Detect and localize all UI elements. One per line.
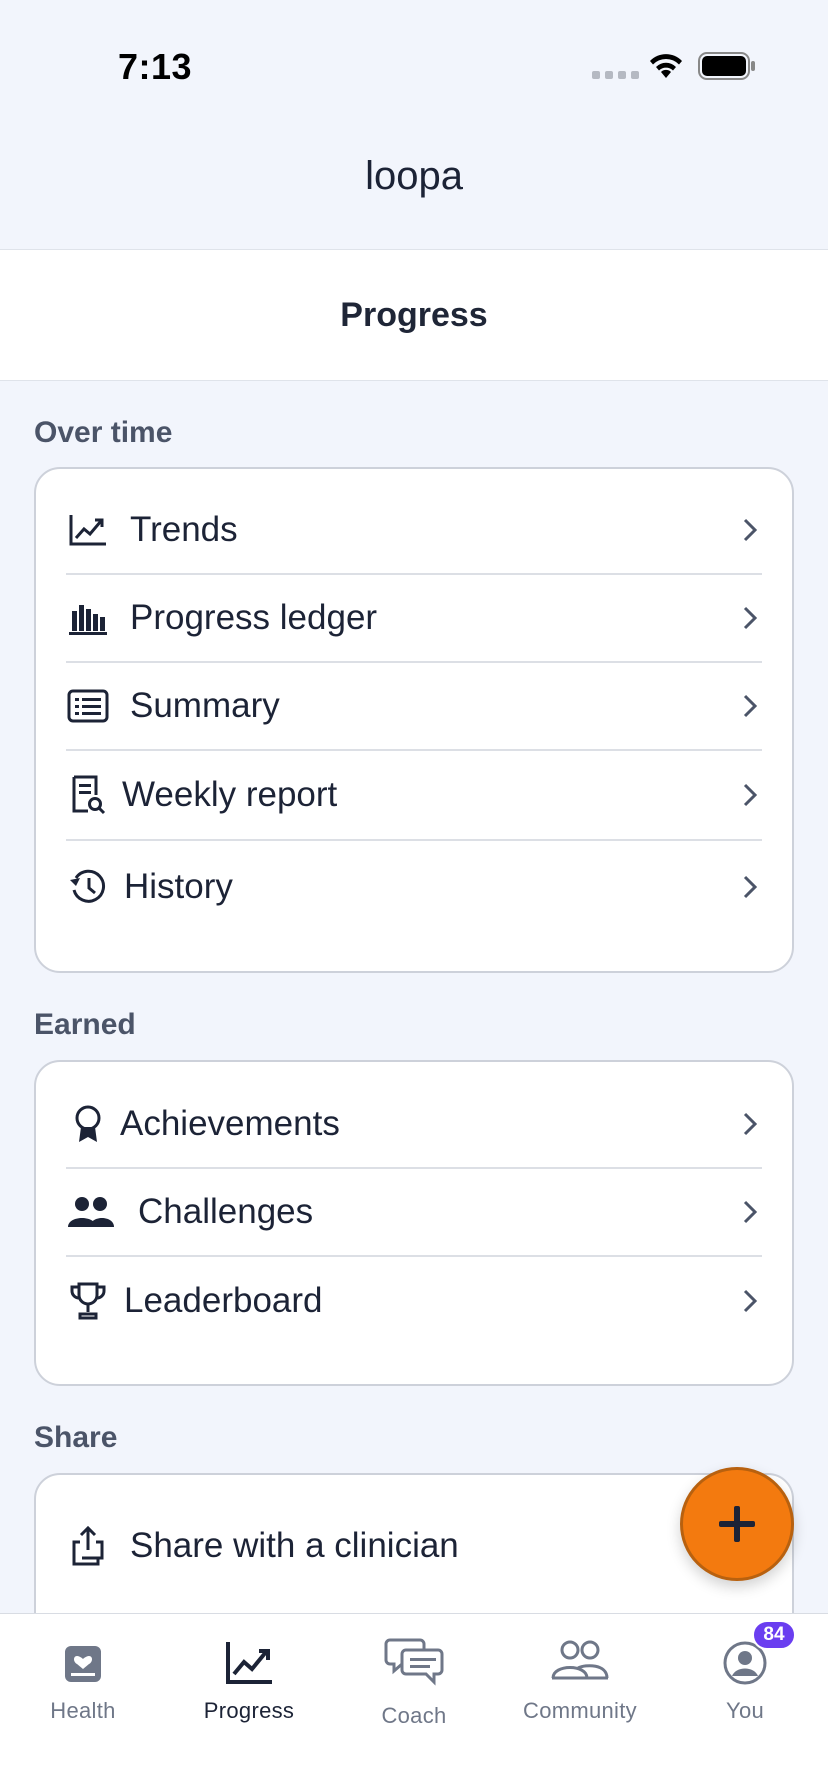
list-item-achievements[interactable]: Achievements xyxy=(66,1081,762,1169)
health-card-icon xyxy=(0,1636,166,1696)
chevron-right-icon xyxy=(738,1197,762,1227)
earned-card: Achievements Challenges Leaderboard xyxy=(34,1060,794,1386)
trend-chart-icon xyxy=(166,1636,332,1696)
share-icon xyxy=(66,1524,110,1568)
trophy-icon xyxy=(66,1279,110,1323)
tab-label: Progress xyxy=(203,1698,295,1723)
chevron-right-icon xyxy=(738,1286,762,1316)
list-item-label: Share with a clinician xyxy=(130,1526,459,1565)
section-label-share: Share xyxy=(34,1421,118,1454)
page-title: Progress xyxy=(340,295,488,334)
signal-dots-icon xyxy=(592,71,639,79)
plus-icon xyxy=(719,1506,755,1542)
report-search-icon xyxy=(66,773,110,817)
notification-badge: 84 xyxy=(752,1620,796,1650)
status-time: 7:13 xyxy=(118,46,193,87)
bar-chart-icon xyxy=(66,596,110,640)
community-people-icon xyxy=(497,1636,663,1696)
list-item-label: Summary xyxy=(130,686,280,725)
tab-community[interactable]: Community xyxy=(497,1614,663,1734)
list-item-label: Progress ledger xyxy=(130,598,378,637)
logo-text: loopa xyxy=(365,155,464,198)
section-label-earned: Earned xyxy=(34,1008,136,1041)
tab-label: Health xyxy=(50,1698,116,1723)
list-item-label: Weekly report xyxy=(122,775,338,814)
chevron-right-icon xyxy=(738,515,762,545)
tab-you[interactable]: You xyxy=(662,1614,828,1734)
chevron-right-icon xyxy=(738,780,762,810)
tab-health[interactable]: Health xyxy=(0,1614,166,1734)
chevron-right-icon xyxy=(738,872,762,902)
chevron-right-icon xyxy=(738,603,762,633)
loopa-logo-icon: loopa xyxy=(365,154,464,198)
status-bar: 7:13 xyxy=(0,0,828,120)
list-item-label: Trends xyxy=(130,510,238,549)
list-item-label: History xyxy=(124,867,233,906)
people-icon xyxy=(66,1190,116,1234)
tab-label: You xyxy=(725,1698,765,1723)
list-item-challenges[interactable]: Challenges xyxy=(66,1169,762,1257)
list-item-label: Achievements xyxy=(120,1104,340,1143)
list-item-trends[interactable]: Trends xyxy=(66,487,762,575)
tab-progress[interactable]: Progress xyxy=(166,1614,332,1734)
list-item-summary[interactable]: Summary xyxy=(66,663,762,751)
list-document-icon xyxy=(66,684,110,728)
tab-label: Community xyxy=(523,1698,637,1723)
app-logo: loopa xyxy=(0,154,828,210)
chevron-right-icon xyxy=(738,691,762,721)
wifi-icon xyxy=(650,54,682,78)
list-item-leaderboard[interactable]: Leaderboard xyxy=(66,1257,762,1345)
list-item-label: Challenges xyxy=(138,1192,314,1231)
list-item-weekly-report[interactable]: Weekly report xyxy=(66,751,762,841)
list-item-share-clinician[interactable]: Share with a clinician xyxy=(66,1501,762,1591)
user-avatar-icon xyxy=(662,1636,828,1696)
history-clock-icon xyxy=(66,865,110,909)
award-ribbon-icon xyxy=(66,1102,110,1146)
trend-chart-icon xyxy=(66,508,110,552)
battery-icon xyxy=(698,52,755,80)
tab-label: Coach xyxy=(381,1703,447,1728)
list-item-history[interactable]: History xyxy=(66,841,762,933)
section-label-over-time: Over time xyxy=(34,416,173,449)
list-item-progress-ledger[interactable]: Progress ledger xyxy=(66,575,762,663)
tab-coach[interactable]: Coach xyxy=(331,1614,497,1734)
title-bar: Progress xyxy=(0,249,828,381)
chevron-right-icon xyxy=(738,1109,762,1139)
over-time-card: Trends Progress ledger Summary Weekly re… xyxy=(34,467,794,973)
chat-bubbles-icon xyxy=(331,1636,497,1696)
list-item-label: Leaderboard xyxy=(124,1281,323,1320)
add-button[interactable] xyxy=(680,1467,794,1581)
bottom-tab-bar: Health Progress Coach Community You xyxy=(0,1613,828,1792)
